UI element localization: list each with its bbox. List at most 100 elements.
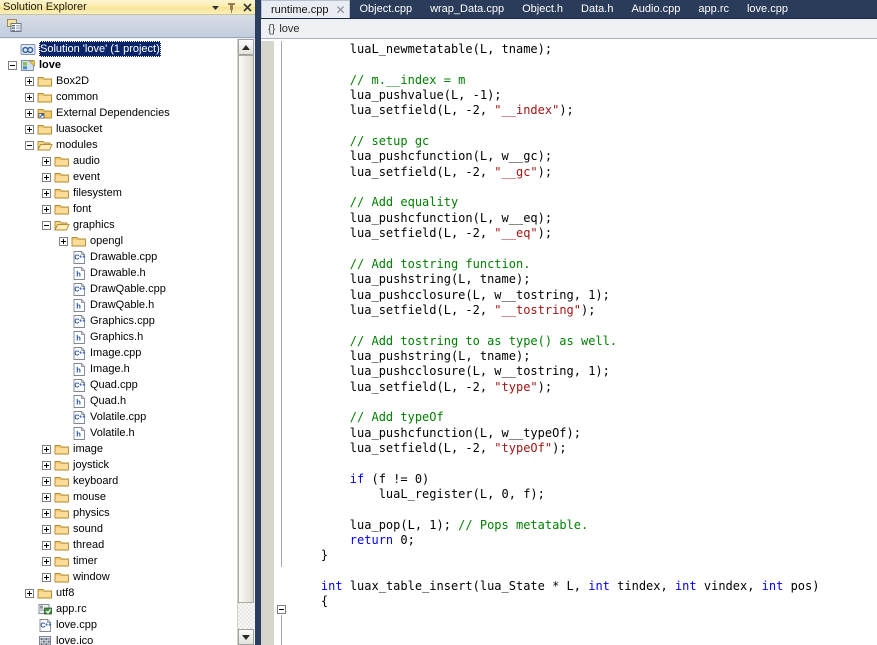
expand-toggle-icon[interactable] — [25, 92, 34, 102]
tree-item[interactable]: audio — [0, 153, 238, 169]
collapse-toggle-icon[interactable] — [25, 140, 34, 150]
tree-item[interactable]: C ++ Drawable.cpp — [0, 249, 238, 265]
editor-tab[interactable]: Audio.cpp — [622, 0, 689, 18]
tree-item[interactable]: Box2D — [0, 73, 238, 89]
tree-item[interactable]: thread — [0, 537, 238, 553]
code-token: "__tostring" — [494, 302, 581, 317]
tree-item[interactable]: joystick — [0, 457, 238, 473]
fold-collapse-toggle[interactable] — [277, 605, 286, 614]
scrollbar-thumb[interactable] — [238, 55, 254, 603]
tree-item[interactable]: utf8 — [0, 585, 238, 601]
dropdown-arrow-icon[interactable] — [210, 1, 221, 14]
h-file-icon: h — [71, 426, 87, 441]
solution-explorer-scrollbar[interactable] — [237, 39, 254, 645]
expand-toggle-icon[interactable] — [42, 508, 51, 518]
code-token: ); — [537, 379, 553, 394]
tree-item[interactable]: modules — [0, 137, 238, 153]
editor-tab-label: runtime.cpp — [271, 3, 329, 16]
expand-toggle-icon[interactable] — [42, 460, 51, 470]
tree-item[interactable]: Solution 'love' (1 project) — [0, 41, 238, 57]
cpp-file-icon: C ++ — [37, 618, 53, 633]
tree-item[interactable]: mouse — [0, 489, 238, 505]
expand-toggle-icon[interactable] — [59, 236, 68, 246]
tree-item[interactable]: image — [0, 441, 238, 457]
expand-toggle-icon[interactable] — [25, 76, 34, 86]
tree-item[interactable]: C ++ Volatile.cpp — [0, 409, 238, 425]
svg-text:h: h — [76, 429, 81, 438]
tree-item[interactable]: C ++ Graphics.cpp — [0, 313, 238, 329]
code-text-surface[interactable]: luaL_newmetatable(L, tname); // m.__inde… — [288, 41, 877, 645]
tree-item[interactable]: External Dependencies — [0, 105, 238, 121]
close-icon[interactable]: ✕ — [334, 4, 346, 16]
close-icon[interactable] — [242, 1, 253, 14]
tree-item[interactable]: opengl — [0, 233, 238, 249]
scrollbar-track[interactable] — [238, 55, 254, 629]
pin-icon[interactable] — [226, 1, 237, 14]
expand-toggle-icon[interactable] — [42, 572, 51, 582]
tree-item[interactable]: event — [0, 169, 238, 185]
expand-toggle-icon[interactable] — [25, 588, 34, 598]
expand-toggle-icon[interactable] — [42, 492, 51, 502]
code-editor[interactable]: luaL_newmetatable(L, tname); // m.__inde… — [261, 41, 877, 645]
expand-toggle-icon[interactable] — [42, 156, 51, 166]
scroll-up-icon[interactable] — [238, 39, 254, 55]
tree-item[interactable]: keyboard — [0, 473, 238, 489]
tree-item[interactable]: h Graphics.h — [0, 329, 238, 345]
tree-item[interactable]: love.ico — [0, 633, 238, 645]
tree-item[interactable]: timer — [0, 553, 238, 569]
tree-item[interactable]: h DrawQable.h — [0, 297, 238, 313]
tree-item[interactable]: font — [0, 201, 238, 217]
tree-item[interactable]: C ++ Quad.cpp — [0, 377, 238, 393]
tree-item[interactable]: h Quad.h — [0, 393, 238, 409]
svg-text:++: ++ — [79, 286, 85, 292]
tree-item[interactable]: h Drawable.h — [0, 265, 238, 281]
tree-item[interactable]: common — [0, 89, 238, 105]
expand-toggle-icon[interactable] — [42, 556, 51, 566]
editor-navigation-bar[interactable]: {} love — [261, 18, 877, 39]
expand-toggle-icon[interactable] — [42, 540, 51, 550]
tree-item[interactable]: physics — [0, 505, 238, 521]
editor-tab[interactable]: runtime.cpp ✕ — [261, 0, 351, 18]
editor-tab[interactable]: app.rc — [689, 0, 738, 18]
tree-item[interactable]: C ++ love.cpp — [0, 617, 238, 633]
tree-item[interactable]: C ++ Image.cpp — [0, 345, 238, 361]
collapse-toggle-icon[interactable] — [8, 60, 17, 70]
expand-toggle-icon[interactable] — [25, 108, 34, 118]
expand-toggle-icon[interactable] — [42, 524, 51, 534]
expand-toggle-icon[interactable] — [42, 444, 51, 454]
tree-item[interactable]: filesystem — [0, 185, 238, 201]
tree-item[interactable]: h Image.h — [0, 361, 238, 377]
editor-tab[interactable]: Data.h — [572, 0, 622, 18]
expand-toggle-icon[interactable] — [25, 124, 34, 134]
solution-tree-viewport[interactable]: Solution 'love' (1 project) love Box2D comm… — [0, 39, 238, 645]
tree-item-label: Image.cpp — [90, 347, 142, 359]
scroll-down-icon[interactable] — [238, 629, 254, 645]
code-token: lua_pushcclosure(L, w__tostring, 1); — [292, 364, 610, 379]
folder-icon — [37, 74, 53, 89]
tree-item[interactable]: h Volatile.h — [0, 425, 238, 441]
tree-item-label: thread — [73, 539, 105, 551]
expand-toggle-icon[interactable] — [42, 204, 51, 214]
editor-tab[interactable]: Object.h — [513, 0, 572, 18]
editor-tab[interactable]: Object.cpp — [350, 0, 421, 18]
tree-item[interactable]: luasocket — [0, 121, 238, 137]
tree-item[interactable]: sound — [0, 521, 238, 537]
editor-glyph-margin[interactable] — [261, 41, 274, 645]
tree-item[interactable]: graphics — [0, 217, 238, 233]
expand-toggle-icon[interactable] — [42, 188, 51, 198]
collapse-toggle-icon[interactable] — [42, 220, 51, 230]
properties-icon[interactable] — [4, 17, 24, 36]
tree-item[interactable]: C ++ DrawQable.cpp — [0, 281, 238, 297]
tree-item[interactable]: love — [0, 57, 238, 73]
tree-item[interactable]: app.rc — [0, 601, 238, 617]
expand-toggle-icon[interactable] — [42, 172, 51, 182]
editor-folding-margin[interactable] — [274, 41, 288, 645]
expand-toggle-icon[interactable] — [42, 476, 51, 486]
editor-tab[interactable]: wrap_Data.cpp — [421, 0, 513, 18]
tree-item[interactable]: window — [0, 569, 238, 585]
editor-tab[interactable]: love.cpp — [738, 0, 797, 18]
